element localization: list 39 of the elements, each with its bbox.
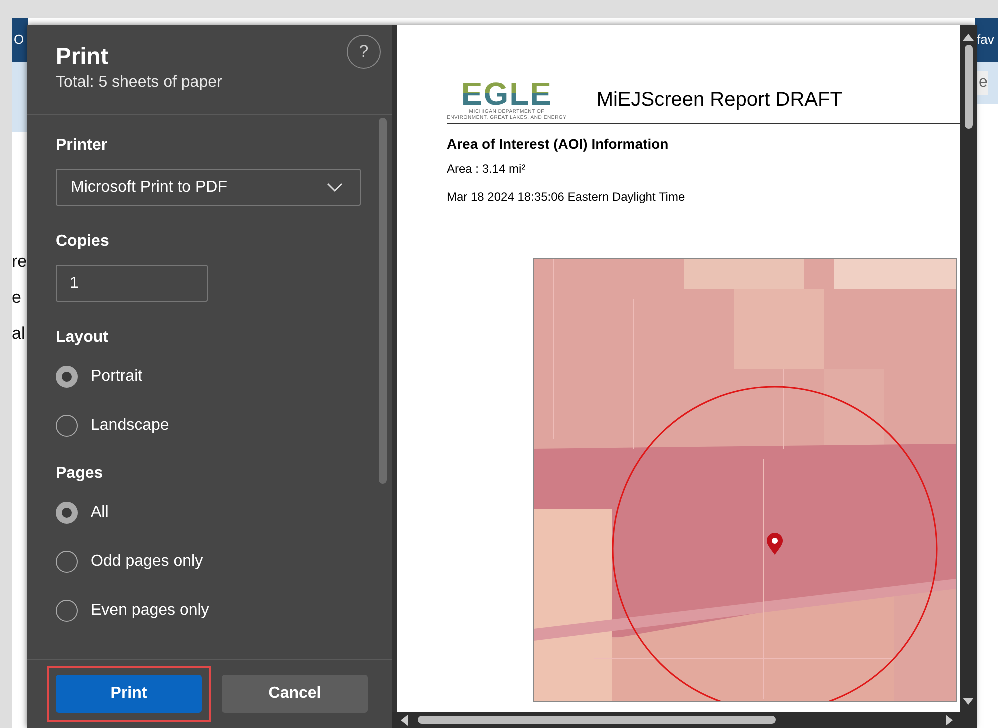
printer-dropdown[interactable]: Microsoft Print to PDF (56, 169, 361, 206)
section-label: Copies (56, 233, 110, 251)
radio-label[interactable]: Landscape (91, 417, 170, 435)
timestamp-text: Mar 18 2024 18:35:06 Eastern Daylight Time (447, 190, 686, 204)
chevron-down-icon (327, 182, 343, 192)
sheet-count: Total: 5 sheets of paper (56, 74, 222, 92)
print-button[interactable]: Print (56, 675, 202, 713)
radio-label[interactable]: Odd pages only (91, 553, 204, 571)
area-text: Area : 3.14 mi² (447, 162, 527, 176)
cancel-button[interactable]: Cancel (222, 675, 368, 713)
page-text-fragment: e (12, 288, 22, 308)
header-text-fragment: fav (976, 31, 994, 49)
radio-label[interactable]: Even pages only (91, 602, 210, 620)
section-label: Pages (56, 465, 104, 483)
radio-label[interactable]: All (91, 504, 109, 522)
section-label: Printer (56, 137, 109, 155)
scroll-down-icon[interactable] (963, 698, 974, 706)
scrollbar-thumb[interactable] (379, 118, 387, 484)
radio-button[interactable] (56, 415, 78, 437)
scrollbar-thumb[interactable] (964, 45, 972, 129)
report-title: MiEJScreen Report DRAFT (596, 88, 842, 112)
toolbar-strip (12, 62, 28, 132)
scroll-left-icon[interactable] (400, 714, 408, 726)
section-label: Layout (56, 329, 110, 347)
page-text-fragment: al (12, 324, 26, 344)
scrollbar-thumb[interactable] (418, 716, 776, 724)
section-heading: Area of Interest (AOI) Information (447, 136, 670, 152)
scroll-right-icon[interactable] (946, 714, 954, 726)
dialog-title: Print (56, 43, 110, 70)
radio-button[interactable] (56, 551, 78, 573)
radio-button[interactable] (56, 366, 78, 388)
scroll-up-icon[interactable] (963, 33, 974, 41)
radio-label[interactable]: Portrait (91, 368, 143, 386)
help-button[interactable]: ? (347, 35, 381, 69)
header-text-fragment: O (13, 31, 24, 49)
copies-field[interactable]: 1 (56, 265, 208, 302)
radio-button[interactable] (56, 502, 78, 524)
page-text-fragment: re (12, 252, 28, 272)
radio-button[interactable] (56, 600, 78, 622)
